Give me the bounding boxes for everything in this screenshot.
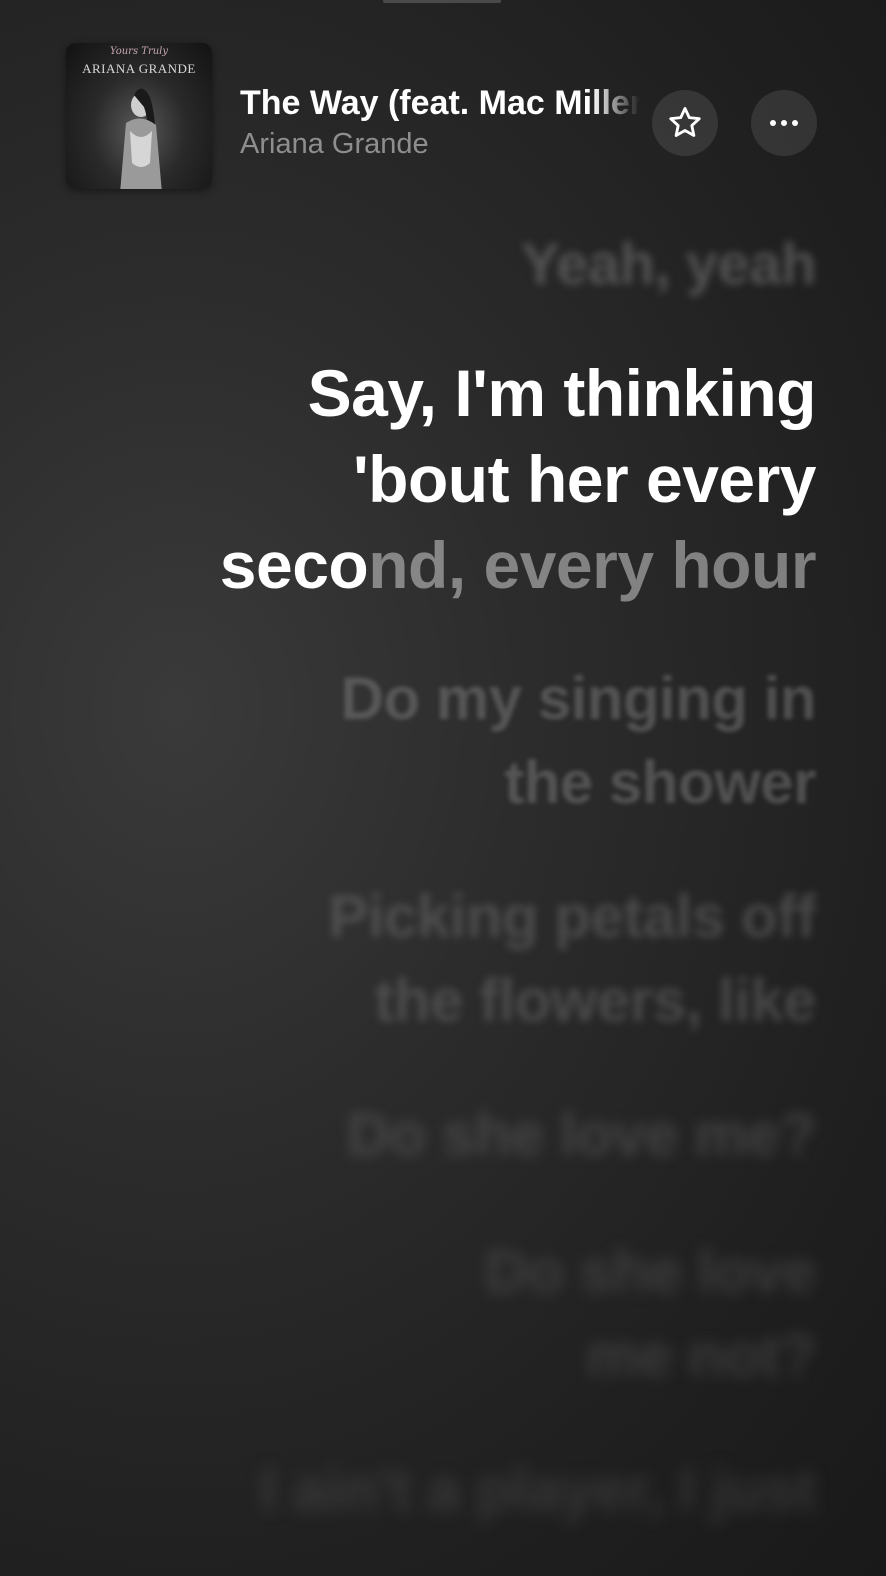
album-artwork[interactable]: Yours Truly ARIANA GRANDE [66, 43, 212, 189]
lyric-line-previous[interactable]: Yeah, yeah [521, 223, 816, 307]
lyric-line-upcoming[interactable]: I ain't a player, I just [260, 1448, 816, 1532]
lyric-line-upcoming[interactable]: Do my singing in the shower [341, 657, 817, 825]
lyric-line-upcoming[interactable]: Picking petals off the flowers, like [328, 875, 816, 1043]
now-playing-header: Yours Truly ARIANA GRANDE The Way (feat.… [0, 0, 886, 210]
lyric-line-upcoming[interactable]: Do she love me? [347, 1093, 817, 1177]
album-art-name-text: ARIANA GRANDE [82, 61, 196, 76]
artist-name[interactable]: Ariana Grande [240, 128, 429, 161]
lyric-current-unsung: nd, every hour [368, 528, 816, 602]
more-options-button[interactable] [751, 90, 817, 156]
ellipsis-icon [770, 120, 798, 126]
favorite-button[interactable] [652, 90, 718, 156]
lyric-line-current[interactable]: Say, I'm thinking 'bout her every second… [220, 350, 817, 608]
lyric-line-upcoming[interactable]: Do she love me not? [485, 1230, 817, 1398]
album-art-script-text: Yours Truly [109, 46, 169, 57]
album-art-figure-image [120, 88, 162, 189]
song-title[interactable]: The Way (feat. Mac Miller) [240, 84, 640, 128]
star-icon [669, 107, 701, 137]
